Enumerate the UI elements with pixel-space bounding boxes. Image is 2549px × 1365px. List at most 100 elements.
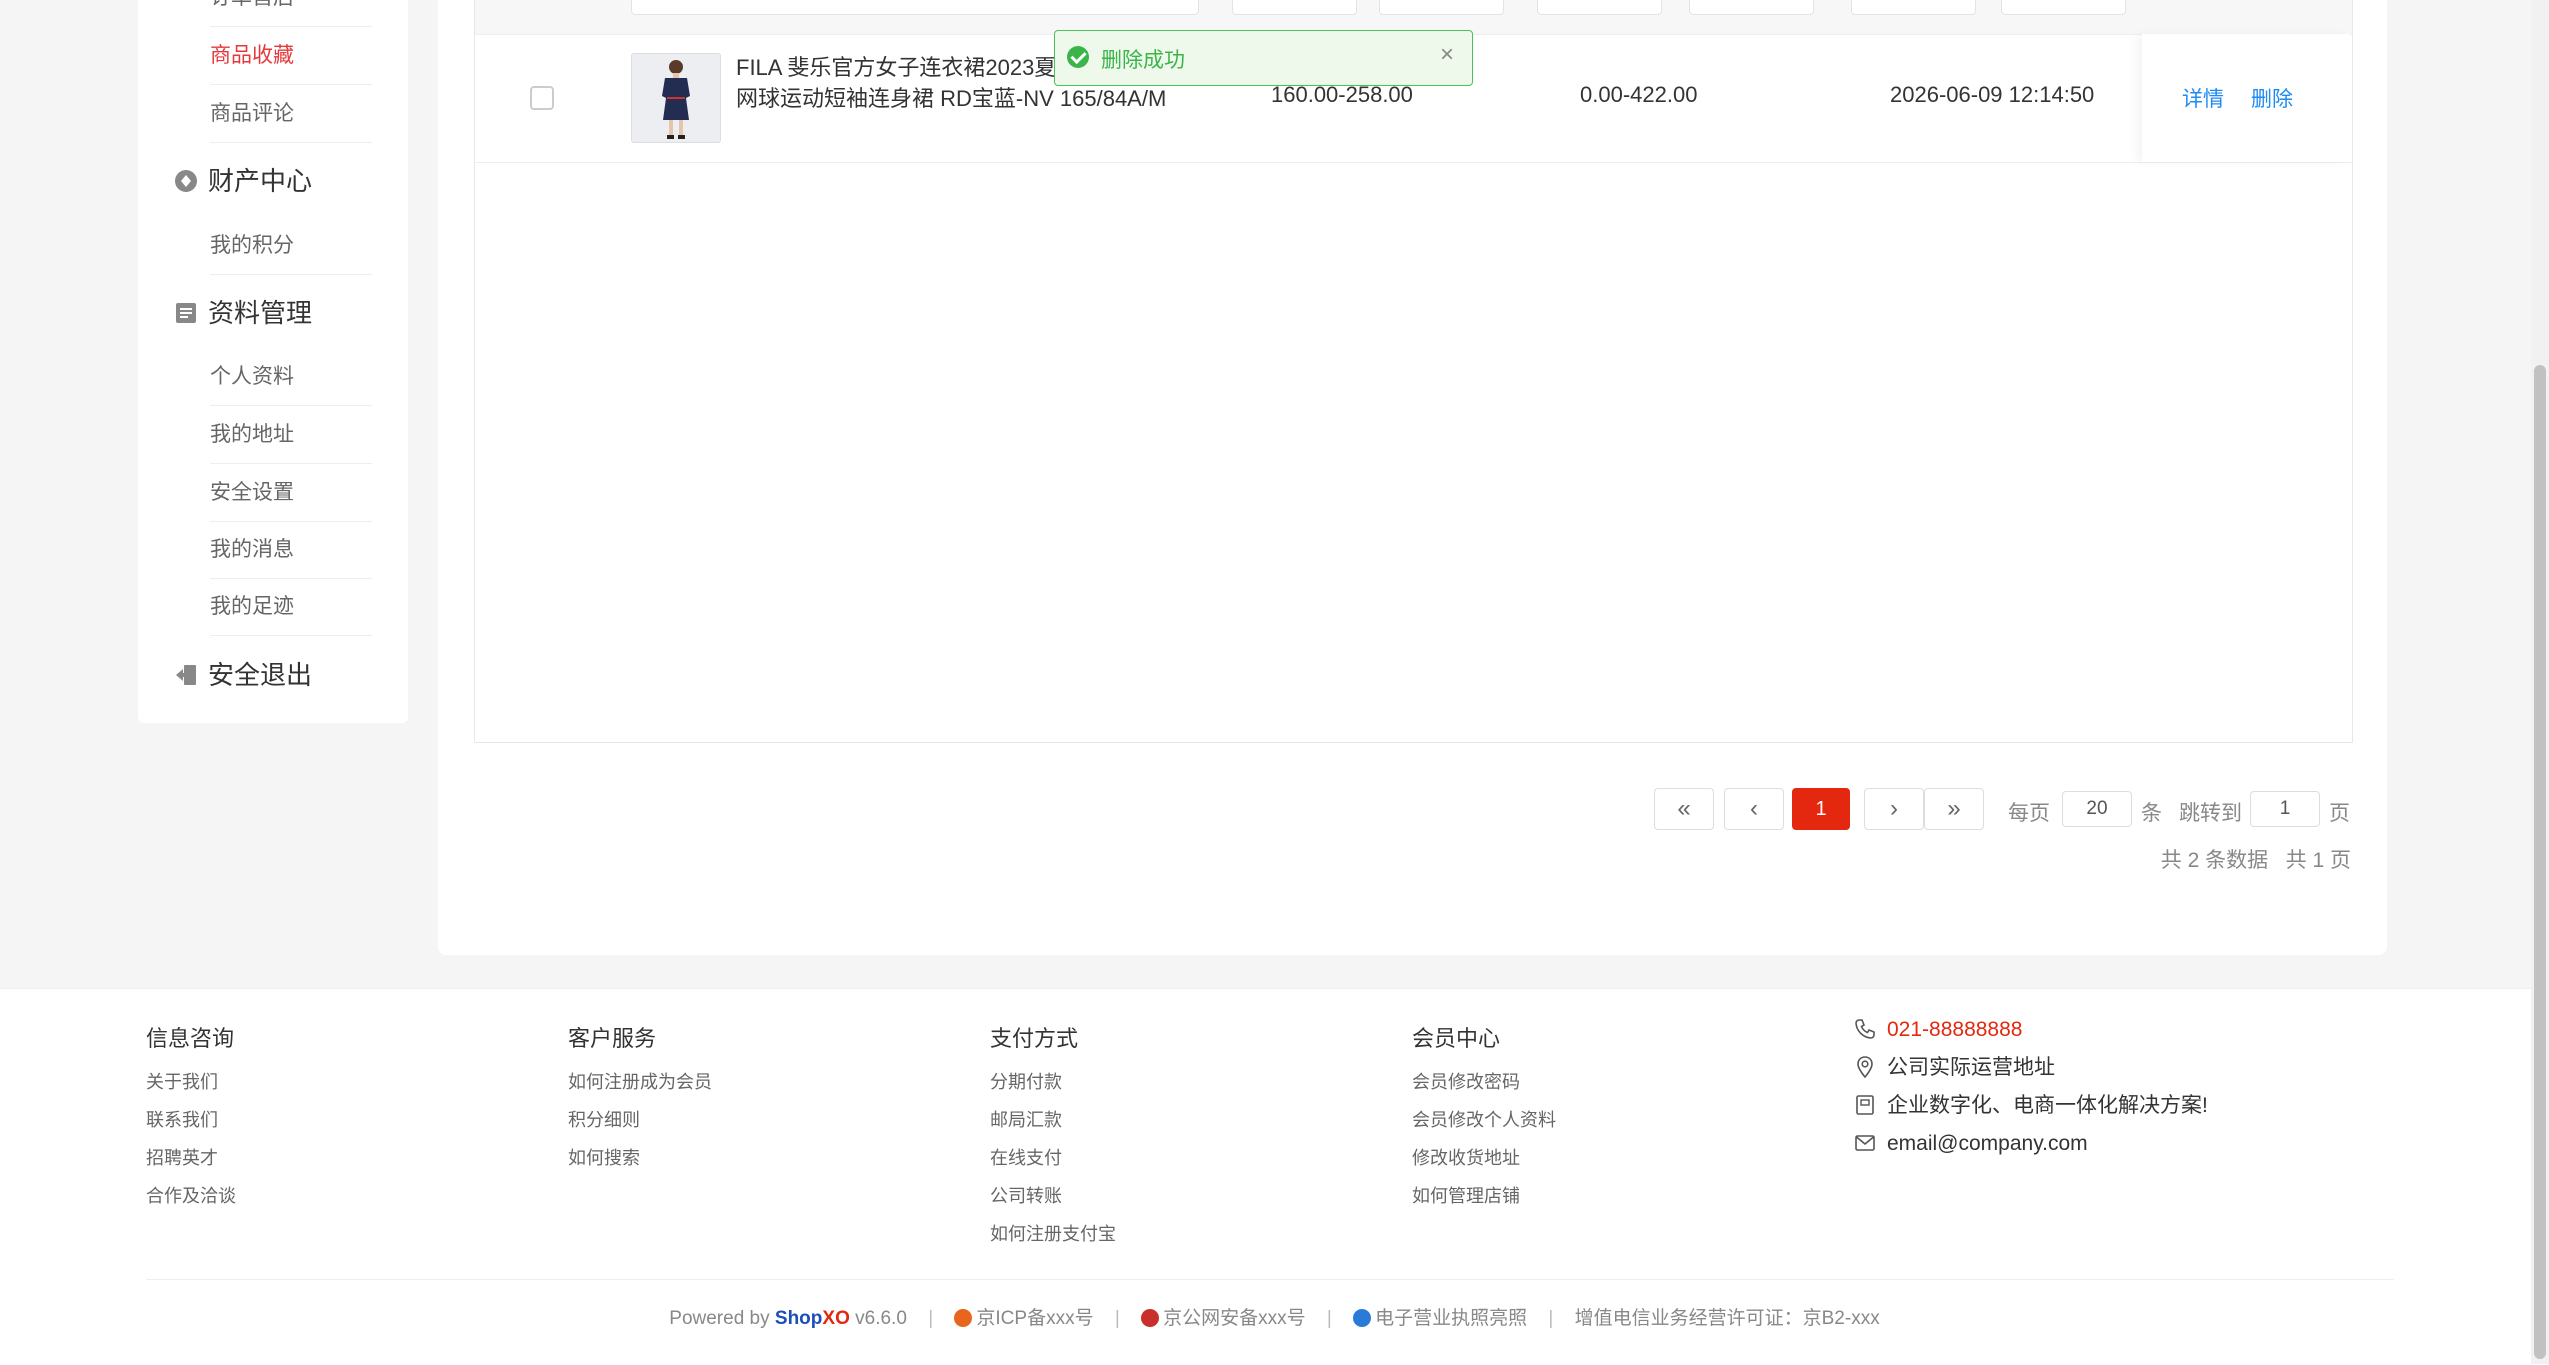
contact-slogan-text: 企业数字化、电商一体化解决方案!: [1887, 1094, 2208, 1117]
detail-link[interactable]: 详情: [2182, 83, 2224, 113]
user-center-sidebar: 订单售后 商品收藏 商品评论 财产中心 我的积分 资料管理 个人资料 我的地址 …: [138, 0, 408, 723]
pagination-first[interactable]: «: [1654, 788, 1714, 830]
contact-address: 公司实际运营地址: [1853, 1049, 2208, 1087]
site-footer: 信息咨询 关于我们 联系我们 招聘英才 合作及洽谈 客户服务 如何注册成为会员 …: [0, 988, 2549, 1365]
icp-link[interactable]: 京ICP备xxx号: [976, 1308, 1093, 1329]
product-name-line2: 网球运动短袖连身裙 RD宝蓝-NV 165/84A/M: [736, 86, 1167, 111]
footer-column-title: 会员中心: [1412, 1026, 1501, 1051]
filter-input-name[interactable]: [631, 0, 1199, 15]
footer-link[interactable]: 公司转账: [990, 1177, 1116, 1215]
product-original-price: 0.00-422.00: [1580, 82, 1698, 107]
row-checkbox[interactable]: [530, 86, 554, 110]
footer-column-title: 客户服务: [568, 1026, 657, 1051]
sidebar-item-messages[interactable]: 我的消息: [210, 522, 372, 579]
per-page-input[interactable]: 20: [2062, 791, 2132, 827]
icp-icon: [954, 1309, 973, 1327]
jump-unit: 页: [2329, 802, 2350, 825]
jump-page-input[interactable]: 1: [2250, 791, 2320, 827]
footer-link[interactable]: 分期付款: [990, 1063, 1116, 1101]
sidebar-group-label: 资料管理: [208, 298, 313, 328]
footer-column-info: 信息咨询 关于我们 联系我们 招聘英才 合作及洽谈: [146, 1021, 236, 1215]
footer-link[interactable]: 招聘英才: [146, 1139, 236, 1177]
license-link[interactable]: 电子营业执照亮照: [1375, 1308, 1527, 1329]
delete-link[interactable]: 删除: [2251, 83, 2293, 113]
logout-icon: [174, 653, 198, 685]
pagination-summary: 共 2 条数据 共 1 页: [2160, 849, 2351, 872]
filter-input-time-end[interactable]: [2001, 0, 2126, 15]
footer-link[interactable]: 联系我们: [146, 1101, 236, 1139]
page-scrollbar[interactable]: [2531, 0, 2549, 1364]
filter-input-price-max[interactable]: [1379, 0, 1504, 15]
police-link[interactable]: 京公网安备xxx号: [1163, 1308, 1306, 1329]
sidebar-item-security[interactable]: 安全设置: [210, 465, 372, 522]
police-badge-icon: [1141, 1309, 1160, 1327]
license-icon: [1353, 1309, 1372, 1327]
separator: |: [1548, 1308, 1554, 1329]
brand-name-part1[interactable]: Shop: [775, 1308, 823, 1329]
sidebar-item-order-aftersale[interactable]: 订单售后: [210, 0, 372, 27]
sidebar-group-assets[interactable]: 财产中心: [174, 156, 312, 206]
footer-link[interactable]: 如何管理店铺: [1412, 1177, 1556, 1215]
footer-bottom-bar: Powered by ShopXO v6.6.0 | 京ICP备xxx号 | 京…: [0, 1303, 2549, 1330]
footer-link[interactable]: 邮局汇款: [990, 1101, 1116, 1139]
sidebar-item-points[interactable]: 我的积分: [210, 218, 372, 275]
pagination-next[interactable]: ›: [1864, 788, 1924, 830]
product-thumbnail[interactable]: [631, 53, 721, 143]
location-pin-icon: [1853, 1054, 1877, 1079]
toast-message: 删除成功: [1101, 49, 1185, 72]
footer-link[interactable]: 关于我们: [146, 1063, 236, 1101]
pagination-last[interactable]: »: [1924, 788, 1984, 830]
filter-input-orig-max[interactable]: [1689, 0, 1814, 15]
mail-icon: [1853, 1130, 1877, 1154]
per-page-unit: 条: [2141, 802, 2162, 825]
phone-icon: [1853, 1016, 1877, 1040]
sidebar-item-reviews[interactable]: 商品评论: [210, 86, 372, 143]
footer-column-service: 客户服务 如何注册成为会员 积分细则 如何搜索: [568, 1021, 712, 1177]
sidebar-item-footprint[interactable]: 我的足迹: [210, 579, 372, 636]
separator: |: [1326, 1308, 1332, 1329]
footer-link[interactable]: 积分细则: [568, 1101, 712, 1139]
sidebar-item-favorites[interactable]: 商品收藏: [210, 28, 372, 85]
footer-link[interactable]: 合作及洽谈: [146, 1177, 236, 1215]
footer-column-payment: 支付方式 分期付款 邮局汇款 在线支付 公司转账 如何注册支付宝: [990, 1021, 1116, 1253]
footer-link[interactable]: 在线支付: [990, 1139, 1116, 1177]
check-circle-icon: [1067, 46, 1089, 68]
contact-phone[interactable]: 021-88888888: [1853, 1011, 2208, 1049]
jump-label: 跳转到: [2179, 802, 2242, 825]
contact-phone-text: 021-88888888: [1887, 1018, 2023, 1041]
telecom-license-text[interactable]: 增值电信业务经营许可证：京B2-xxx: [1575, 1308, 1880, 1329]
close-icon[interactable]: ×: [1440, 43, 1454, 67]
footer-divider: [146, 1279, 2394, 1280]
favorites-panel: FILA 斐乐官方女子连衣裙2023夏季 网球运动短袖连身裙 RD宝蓝-NV 1…: [438, 0, 2387, 955]
footer-column-title: 信息咨询: [146, 1026, 235, 1051]
contact-slogan: 企业数字化、电商一体化解决方案!: [1853, 1087, 2208, 1125]
sidebar-item-address[interactable]: 我的地址: [210, 407, 372, 464]
per-page-label: 每页: [2008, 802, 2050, 825]
contact-email[interactable]: email@company.com: [1853, 1125, 2208, 1163]
footer-link[interactable]: 如何搜索: [568, 1139, 712, 1177]
filter-input-price-min[interactable]: [1232, 0, 1357, 15]
footer-link[interactable]: 修改收货地址: [1412, 1139, 1556, 1177]
separator: |: [928, 1308, 934, 1329]
success-toast: 删除成功 ×: [1054, 30, 1473, 86]
pagination-current[interactable]: 1: [1792, 788, 1850, 830]
footer-link[interactable]: 会员修改个人资料: [1412, 1101, 1556, 1139]
footer-link[interactable]: 如何注册支付宝: [990, 1215, 1116, 1253]
scrollbar-thumb[interactable]: [2534, 365, 2546, 1359]
favorites-table: FILA 斐乐官方女子连衣裙2023夏季 网球运动短袖连身裙 RD宝蓝-NV 1…: [474, 0, 2353, 743]
pagination-prev[interactable]: ‹: [1724, 788, 1784, 830]
brand-name-part2[interactable]: XO: [822, 1308, 849, 1329]
sidebar-logout-label: 安全退出: [208, 660, 313, 690]
footer-link[interactable]: 如何注册成为会员: [568, 1063, 712, 1101]
sidebar-group-profile[interactable]: 资料管理: [174, 288, 312, 338]
profile-icon: [174, 291, 198, 323]
sidebar-logout[interactable]: 安全退出: [174, 650, 312, 700]
filter-input-orig-min[interactable]: [1537, 0, 1662, 15]
footer-link[interactable]: 会员修改密码: [1412, 1063, 1556, 1101]
filter-input-time-start[interactable]: [1851, 0, 1976, 15]
powered-by-text: Powered by: [669, 1308, 770, 1329]
contact-email-text: email@company.com: [1887, 1132, 2088, 1155]
document-icon: [1853, 1092, 1877, 1116]
sidebar-item-personal-info[interactable]: 个人资料: [210, 349, 372, 406]
favorite-time: 2026-06-09 12:14:50: [1890, 82, 2095, 107]
